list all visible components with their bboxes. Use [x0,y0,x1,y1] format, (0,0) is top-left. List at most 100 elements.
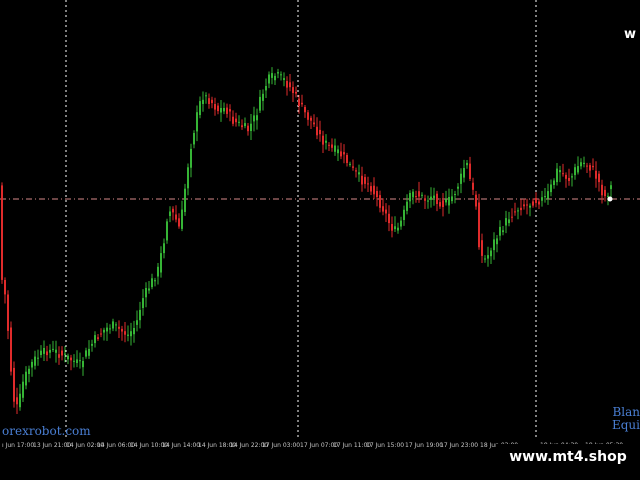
bear-candle [316,117,318,140]
bear-candle [361,166,363,192]
bear-candle [340,142,342,160]
bear-candle [436,190,438,212]
bear-candle [355,167,357,178]
bear-candle [61,346,63,361]
bull-candle [19,384,21,411]
bear-candle [388,205,390,232]
bull-candle [52,340,54,352]
bear-candle [46,345,48,362]
bear-candle [331,138,333,152]
time-tick-label: 14 Jun 14:00 [162,442,201,449]
bear-candle [301,94,303,107]
bear-candle [475,191,477,210]
bull-candle [190,143,192,178]
price-chart[interactable] [0,0,640,438]
bull-candle [88,340,90,359]
bear-candle [118,320,120,338]
bull-candle [40,345,42,358]
bear-candle [367,176,369,192]
bull-candle [250,114,252,140]
bull-candle [181,200,183,232]
bull-candle [139,301,141,329]
bull-candle [79,352,81,369]
chart-area[interactable]: orexrobot.com Blan Equi w ı Jun 17:00 13 … [0,0,640,480]
bear-candle [478,193,480,250]
bear-candle [442,193,444,217]
bull-candle [460,168,462,194]
bear-candle [310,115,312,129]
account-info-labels: Blan Equi [610,406,640,432]
bull-candle [64,346,66,363]
bull-candle [22,374,24,402]
bull-candle [358,164,360,182]
time-tick-label: 17 Jun 23:00 [440,442,479,449]
bull-candle [142,289,144,316]
bear-candle [286,76,288,96]
bear-candle [235,112,237,127]
bear-candle [319,120,321,142]
bull-candle [277,68,279,79]
bear-candle [589,162,591,178]
bear-candle [343,144,345,164]
bear-candle [304,105,306,118]
bull-candle [67,353,69,365]
bull-candle [517,207,519,220]
bull-candle [157,263,159,285]
bull-candle [262,89,264,111]
bull-candle [457,183,459,196]
time-tick-label: 17 Jun 19:00 [405,442,444,449]
bear-candle [100,328,102,338]
bear-candle [586,162,588,173]
bull-candle [421,192,423,199]
bear-candle [535,192,537,208]
bull-candle [409,190,411,208]
bull-candle [127,325,129,342]
bull-candle [160,246,162,278]
top-right-label: w [624,27,637,42]
bear-candle [322,130,324,153]
bear-candle [391,216,393,238]
bull-candle [325,134,327,150]
bear-candle [70,354,72,371]
bear-candle [520,199,522,216]
bull-candle [25,366,27,390]
bear-candle [469,156,471,181]
bear-candle [13,361,15,408]
bear-candle [472,177,474,195]
bull-candle [163,238,165,259]
bull-candle [496,235,498,253]
bull-candle [91,339,93,352]
bear-candle [241,119,243,130]
bull-candle [244,117,246,129]
bull-candle [55,340,57,363]
bear-candle [1,182,3,284]
bull-candle [580,158,582,170]
bull-candle [433,187,435,206]
bull-candle [349,161,351,167]
shop-badge: www.mt4.shop [496,444,640,470]
bull-candle [403,205,405,226]
bear-candle [364,174,366,189]
bull-candle [283,72,285,87]
bull-candle [454,190,456,204]
bull-candle [334,138,336,156]
bear-candle [352,159,354,171]
bull-candle [544,188,546,203]
bear-candle [214,97,216,116]
bear-candle [211,96,213,109]
bull-candle [130,322,132,346]
bull-candle [451,189,453,204]
bull-candle [583,156,585,168]
bull-candle [49,344,51,359]
bull-candle [394,216,396,232]
bear-candle [124,322,126,343]
bull-candle [154,277,156,287]
bear-candle [382,198,384,216]
bear-candle [313,114,315,127]
bear-candle [370,182,372,195]
bull-candle [133,320,135,343]
bull-candle [547,183,549,205]
bull-candle [265,78,267,98]
bear-candle [307,110,309,126]
bull-candle [151,273,153,290]
